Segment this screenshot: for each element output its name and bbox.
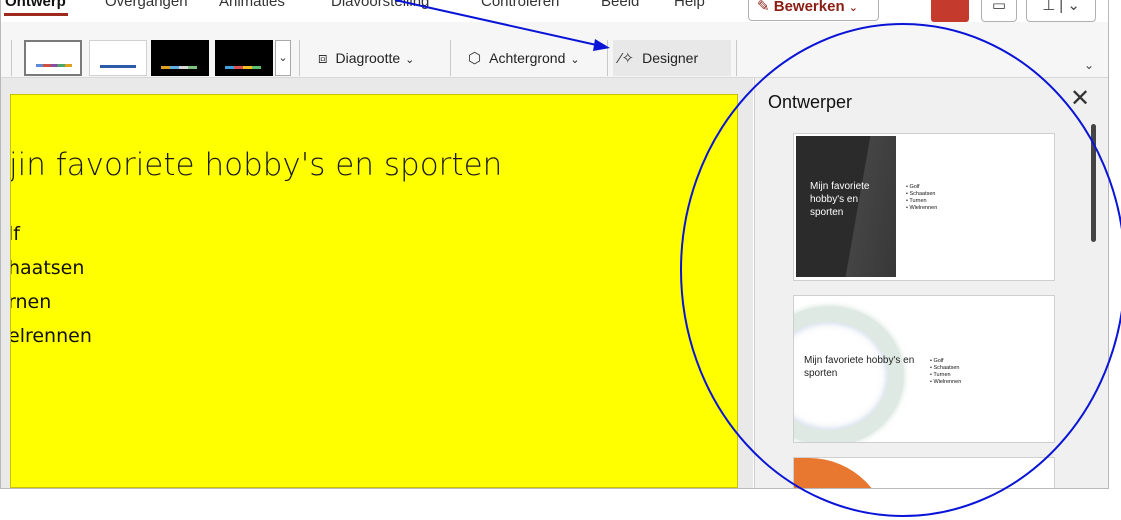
annotation-arrowhead (593, 39, 610, 51)
annotation-overlay (394, 0, 1121, 517)
annotation-arrow (394, 0, 602, 47)
annotation-ellipse (680, 23, 1121, 517)
